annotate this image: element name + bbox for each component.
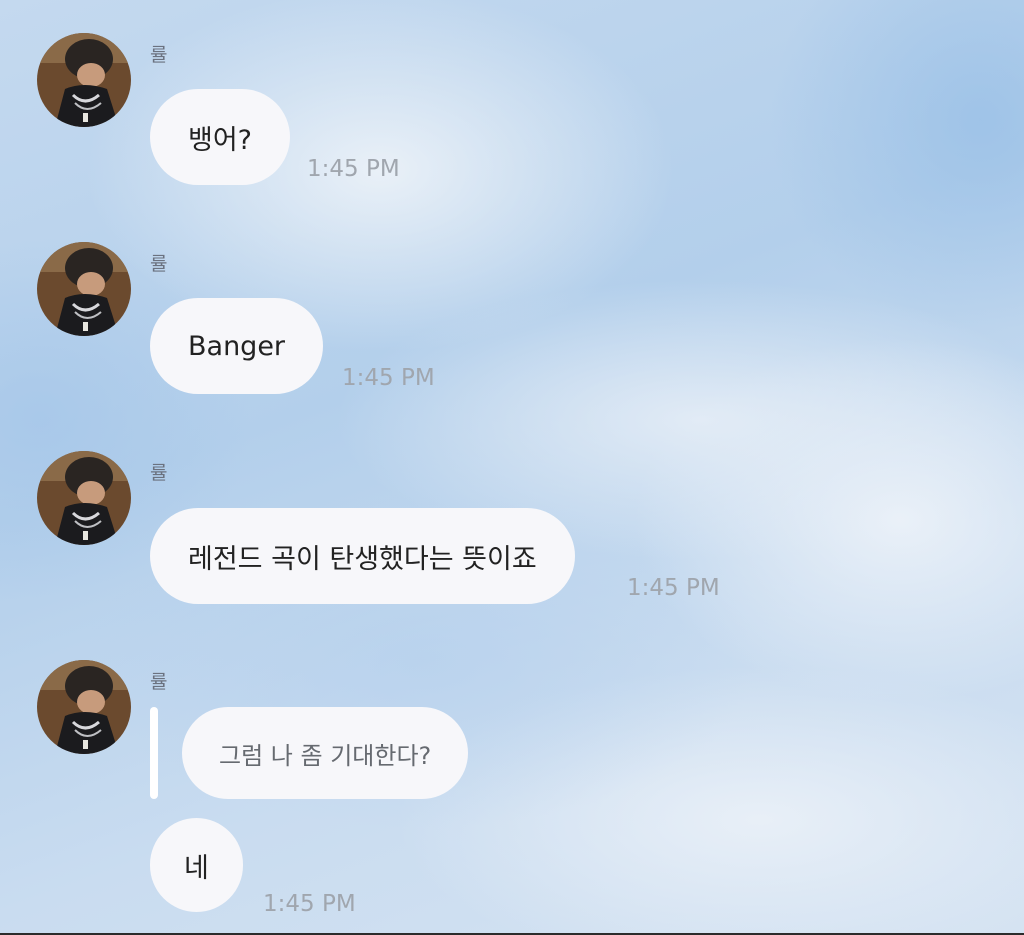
reply-indicator-bar bbox=[150, 707, 158, 799]
quoted-text: 그럼 나 좀 기대한다? bbox=[219, 741, 432, 770]
message-text: 뱅어? bbox=[188, 124, 253, 156]
message-timestamp: 1:45 PM bbox=[263, 891, 356, 917]
sender-name: 률 bbox=[150, 44, 168, 66]
message-timestamp: 1:45 PM bbox=[627, 575, 720, 601]
sender-name: 률 bbox=[150, 253, 168, 275]
avatar[interactable] bbox=[37, 33, 131, 127]
sender-name: 률 bbox=[150, 462, 168, 484]
avatar[interactable] bbox=[37, 242, 131, 336]
message-timestamp: 1:45 PM bbox=[342, 365, 435, 391]
message-text: Banger bbox=[188, 330, 286, 362]
message-bubble[interactable]: Banger bbox=[150, 298, 324, 394]
message-timestamp: 1:45 PM bbox=[307, 156, 400, 182]
sender-name: 률 bbox=[150, 671, 168, 693]
avatar[interactable] bbox=[37, 451, 131, 545]
avatar[interactable] bbox=[37, 660, 131, 754]
message-bubble[interactable]: 레전드 곡이 탄생했다는 뜻이죠 bbox=[150, 508, 575, 604]
quoted-message[interactable]: 그럼 나 좀 기대한다? bbox=[182, 707, 469, 799]
message-bubble[interactable]: 네 bbox=[150, 818, 243, 912]
message-text: 네 bbox=[184, 852, 209, 884]
message-text: 레전드 곡이 탄생했다는 뜻이죠 bbox=[188, 543, 537, 575]
message-bubble[interactable]: 뱅어? bbox=[150, 89, 291, 185]
